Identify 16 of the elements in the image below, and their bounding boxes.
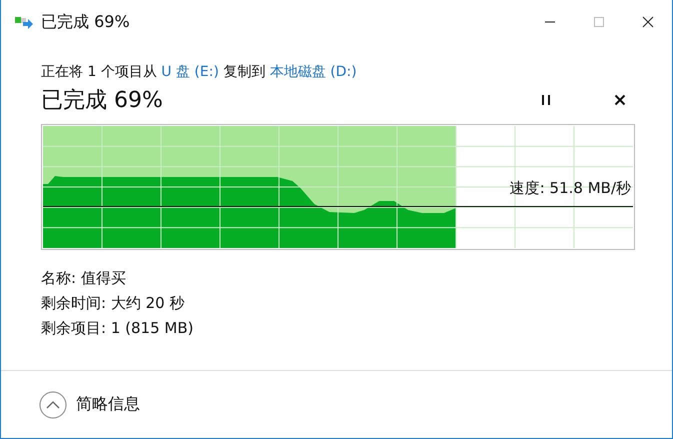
location-link[interactable]: 本地磁盘 (D:) bbox=[270, 64, 357, 80]
close-icon bbox=[614, 94, 626, 106]
copy-icon bbox=[15, 15, 33, 29]
details-toggle[interactable]: 简略信息 bbox=[39, 390, 140, 418]
location-link[interactable]: U 盘 (E:) bbox=[161, 64, 219, 80]
copy-description: 正在将 1 个项目从 U 盘 (E:) 复制到 本地磁盘 (D:) bbox=[41, 63, 358, 82]
chevron-icon bbox=[39, 390, 67, 418]
detail-text: 名称: 值得买 bbox=[41, 268, 127, 289]
close-icon bbox=[642, 16, 654, 28]
pause-icon bbox=[541, 94, 551, 106]
maximize-icon bbox=[592, 16, 604, 28]
progress-heading: 已完成 69% bbox=[41, 87, 163, 115]
window-title: 已完成 69% bbox=[41, 12, 130, 32]
speed-label: 速度: 51.8 MB/秒 bbox=[510, 178, 631, 198]
detail-text: 剩余时间: 大约 20 秒 bbox=[41, 293, 186, 314]
detail-text: 剩余项目: 1 (815 MB) bbox=[41, 318, 194, 339]
